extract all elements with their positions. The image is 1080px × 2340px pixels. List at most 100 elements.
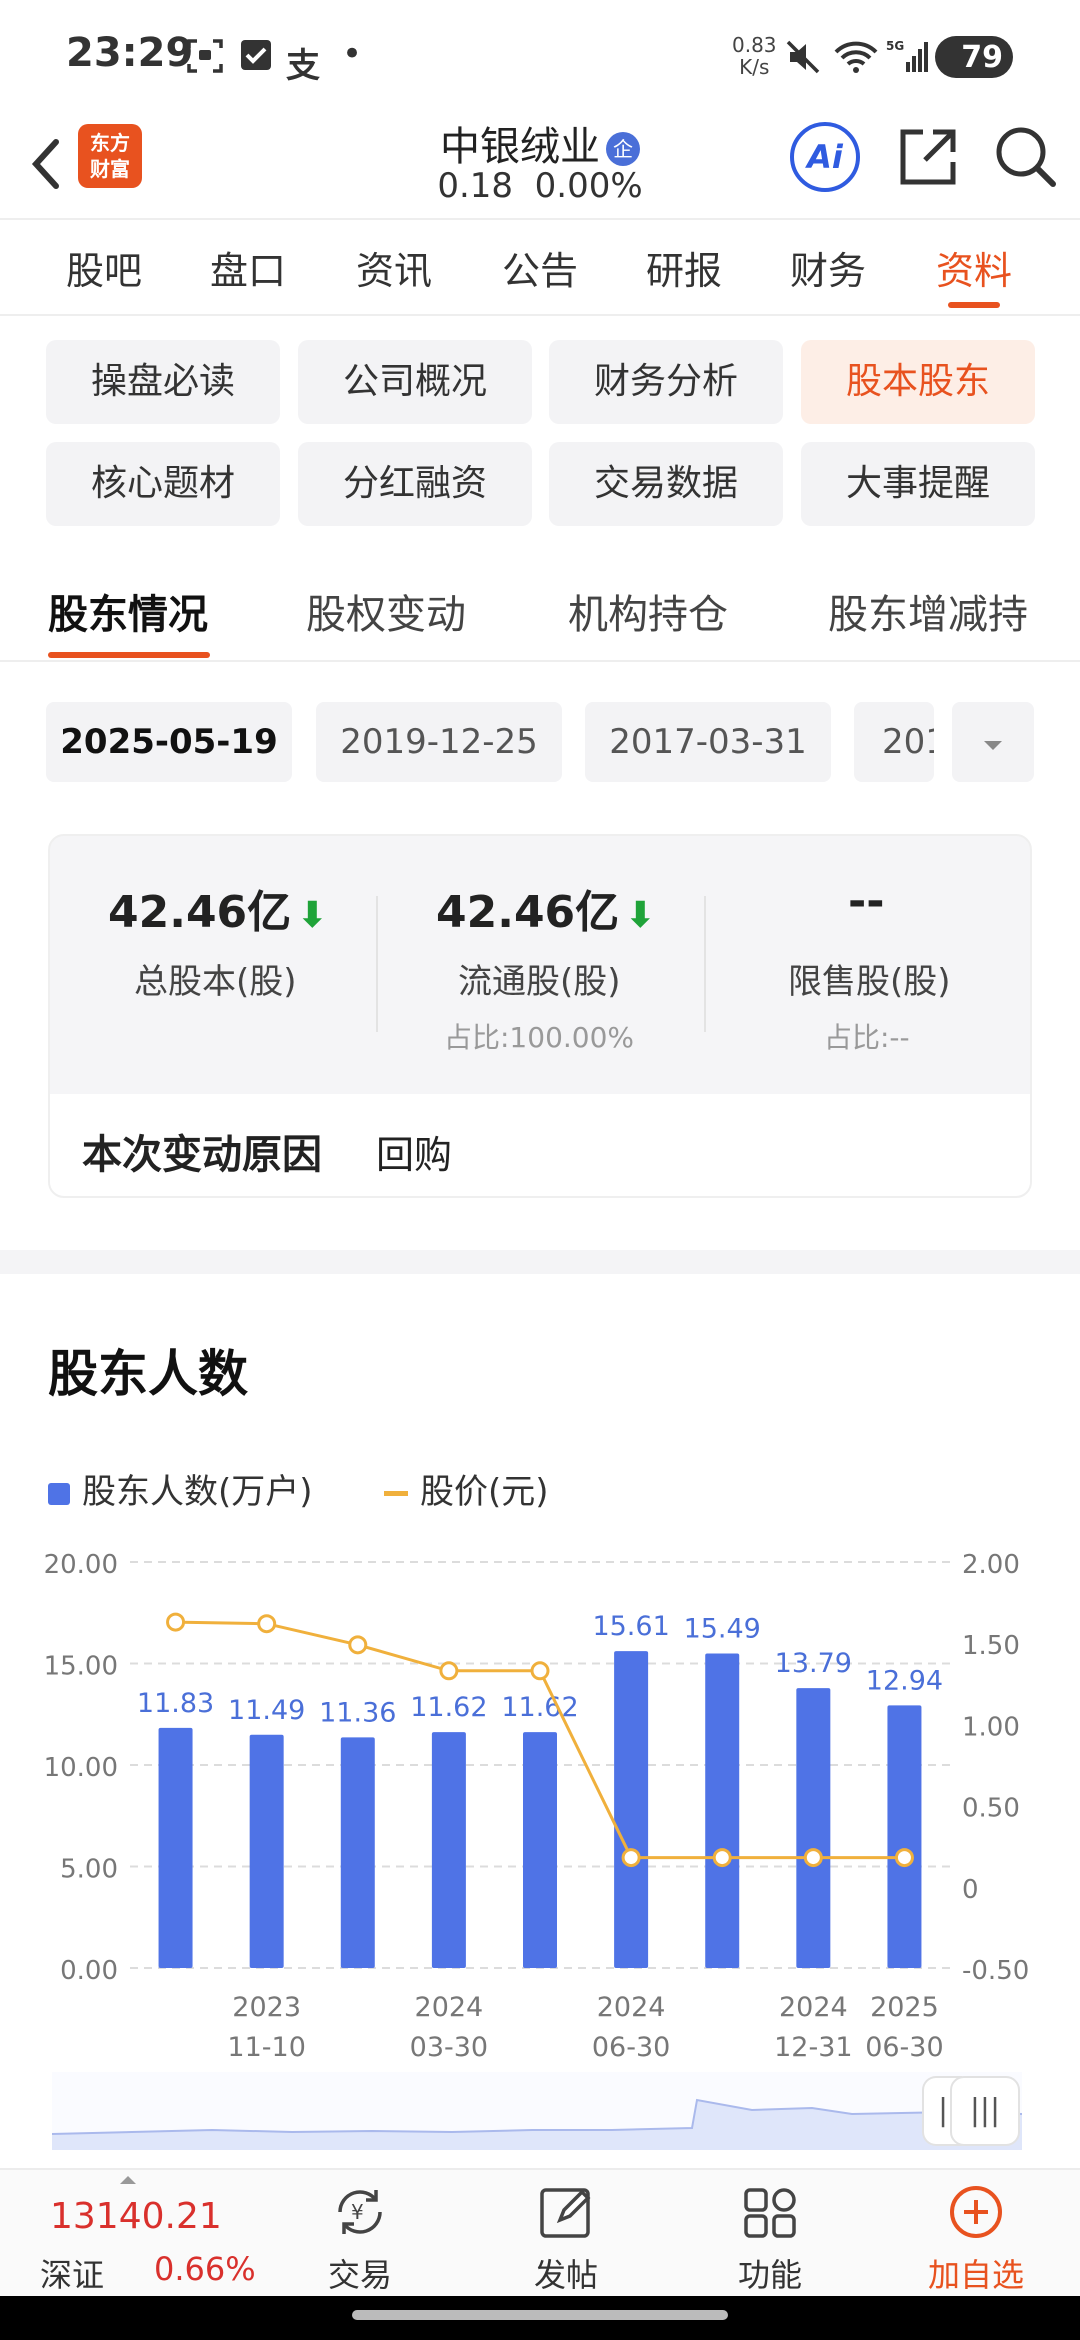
bar	[705, 1653, 740, 1968]
y-right-tick-label: 2.00	[962, 1550, 1020, 1580]
chip-events[interactable]: 大事提醒	[801, 442, 1035, 526]
tab-equity-change[interactable]: 股权变动	[306, 582, 466, 640]
shareholder-tab-indicator	[48, 652, 210, 658]
tab-finance[interactable]: 财务	[790, 240, 866, 295]
chip-share-capital[interactable]: 股本股东	[801, 340, 1035, 424]
stock-change: 0.00%	[534, 166, 643, 206]
price-point	[894, 1848, 914, 1868]
chip-core-themes[interactable]: 核心题材	[46, 442, 280, 526]
active-tab-indicator	[948, 302, 1000, 308]
price-point	[166, 1612, 186, 1632]
bar-value-label: 11.49	[228, 1695, 305, 1726]
total-shares-label: 总股本(股)	[134, 962, 297, 1002]
bar	[887, 1705, 922, 1968]
y-left-tick-label: 20.00	[44, 1550, 118, 1580]
y-left-tick-label: 10.00	[44, 1753, 118, 1783]
date-dropdown-button[interactable]	[952, 702, 1034, 782]
x-tick-year: 2024	[779, 1992, 848, 2023]
scrubber-sparkline	[51, 2098, 1023, 2150]
scrubber-handle-right[interactable]: |||	[950, 2076, 1020, 2146]
x-tick-date: 12-31	[774, 2032, 852, 2063]
index-change[interactable]: 0.66%	[154, 2250, 256, 2288]
bar-value-label: 15.49	[684, 1614, 761, 1645]
tab-pankou[interactable]: 盘口	[210, 240, 286, 295]
bar	[431, 1732, 466, 1968]
section-separator	[0, 1250, 1080, 1274]
alipay-icon: 支	[286, 46, 320, 86]
price-point	[439, 1661, 459, 1681]
chip-company-overview[interactable]: 公司概况	[298, 340, 532, 424]
y-right-tick-label: 0.50	[962, 1794, 1020, 1824]
tab-profile[interactable]: 资料	[936, 240, 1012, 295]
price-point	[803, 1848, 823, 1868]
total-shares-value: 42.46亿 ⬇	[108, 887, 328, 938]
home-gesture-bar[interactable]	[352, 2310, 728, 2320]
y-right-tick-label: -0.50	[962, 1956, 1029, 1986]
tab-announcements[interactable]: 公告	[502, 240, 578, 295]
date-chip[interactable]: 2017-03-31	[585, 702, 831, 782]
status-time: 23:29	[66, 30, 194, 76]
trade-button[interactable]: ¥ 交易	[290, 2180, 430, 2296]
grid-icon	[700, 2180, 840, 2244]
price-point	[712, 1848, 732, 1868]
bar-value-label: 11.83	[137, 1688, 214, 1719]
dot-icon: •	[342, 34, 363, 74]
tab-holder-changes[interactable]: 股东增减持	[828, 582, 1028, 640]
date-chip[interactable]: 2025-05-19	[46, 702, 292, 782]
down-arrow-icon: ⬇	[297, 895, 328, 936]
expand-caret-icon[interactable]	[120, 2176, 136, 2184]
legend-line-icon	[384, 1491, 408, 1496]
y-left-tick-label: 5.00	[60, 1855, 118, 1885]
bar	[796, 1688, 831, 1968]
restricted-shares-value: --	[848, 876, 885, 927]
stock-header: 东方 财富 中银绒业企 0.18 0.00% Ai	[0, 110, 1080, 218]
bar-value-label: 11.62	[501, 1692, 578, 1723]
svg-text:¥: ¥	[351, 2200, 364, 2224]
float-shares-value: 42.46亿 ⬇	[436, 887, 656, 938]
index-name[interactable]: 深证	[40, 2250, 104, 2296]
price-point	[257, 1614, 277, 1634]
check-icon	[240, 38, 272, 81]
search-icon[interactable]	[993, 124, 1059, 190]
bar-value-label: 12.94	[866, 1665, 943, 1696]
stat-divider	[376, 896, 378, 1032]
tab-shareholder-status[interactable]: 股东情况	[48, 582, 208, 640]
ai-assistant-icon[interactable]: Ai	[790, 122, 860, 192]
add-watchlist-button[interactable]: 加自选	[906, 2180, 1046, 2296]
screenshot-icon	[186, 38, 224, 83]
shareholder-tabs-divider	[0, 660, 1080, 662]
net-speed: 0.83 K/s	[732, 33, 777, 79]
tabs-divider	[0, 314, 1080, 316]
down-arrow-icon: ⬇	[625, 895, 656, 936]
bar	[340, 1737, 375, 1968]
tab-news[interactable]: 资讯	[356, 240, 432, 295]
legend-square-icon	[48, 1482, 70, 1505]
bar	[523, 1732, 557, 1968]
legend-line[interactable]: 股价(元)	[384, 1464, 549, 1513]
index-value[interactable]: 13140.21	[50, 2196, 222, 2237]
post-button[interactable]: 发帖	[496, 2180, 636, 2296]
chip-trading-data[interactable]: 交易数据	[549, 442, 783, 526]
share-icon[interactable]	[895, 124, 961, 190]
wifi-icon	[834, 40, 878, 83]
enterprise-badge: 企	[606, 132, 640, 166]
date-chip[interactable]: 201	[854, 702, 934, 782]
date-chip[interactable]: 2019-12-25	[316, 702, 562, 782]
tab-research[interactable]: 研报	[646, 240, 722, 295]
bar	[614, 1651, 649, 1968]
main-tab-bar: 股吧 盘口 资讯 公告 研报 财务 资料	[0, 218, 1080, 314]
chart-range-scrubber[interactable]: | |||	[51, 2072, 1023, 2150]
price-point	[348, 1635, 368, 1655]
y-left-tick-label: 0.00	[60, 1956, 118, 1986]
float-shares-label: 流通股(股)	[458, 962, 621, 1002]
functions-button[interactable]: 功能	[700, 2180, 840, 2296]
tab-guba[interactable]: 股吧	[66, 240, 142, 295]
battery-indicator: 79	[935, 36, 1013, 78]
chip-trading-guide[interactable]: 操盘必读	[46, 340, 280, 424]
chip-dividends[interactable]: 分红融资	[298, 442, 532, 526]
chip-financial-analysis[interactable]: 财务分析	[549, 340, 783, 424]
y-right-tick-label: 1.00	[962, 1712, 1020, 1742]
restricted-shares-ratio: 占比:--	[824, 1021, 910, 1054]
tab-institution-holdings[interactable]: 机构持仓	[568, 582, 728, 640]
legend-bar[interactable]: 股东人数(万户)	[48, 1464, 313, 1513]
